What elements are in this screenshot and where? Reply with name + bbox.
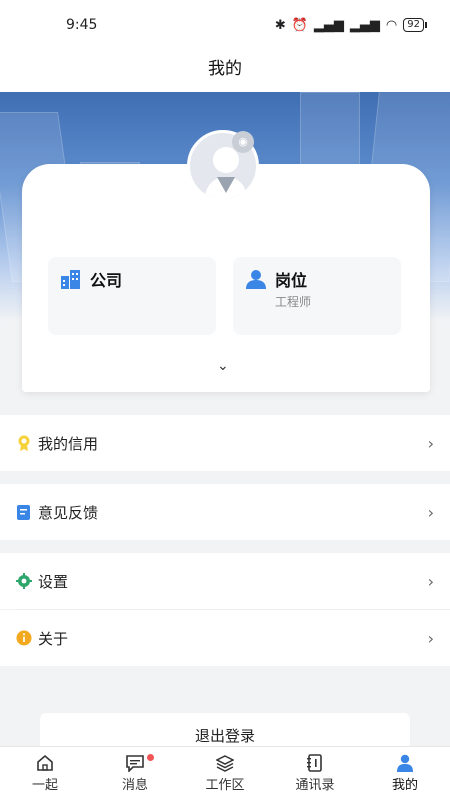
tab-label: 消息: [121, 778, 148, 793]
chevron-right-icon: ›: [427, 571, 434, 591]
status-time: 9:45: [66, 17, 98, 33]
tab-label: 通讯录: [295, 778, 335, 793]
tab-label: 一起: [31, 778, 58, 793]
home-icon: [37, 754, 53, 771]
menu-label-settings: 设置: [38, 572, 69, 591]
menu-label-feedback: 意见反馈: [38, 503, 99, 522]
tab-contacts[interactable]: 通讯录: [270, 747, 360, 800]
menu-item-feedback[interactable]: 意见反馈 ›: [0, 484, 450, 540]
bluetooth-icon: ✱: [274, 17, 286, 33]
tab-label: 工作区: [205, 778, 245, 793]
alarm-icon: ⏰: [291, 17, 308, 33]
signal-icon-2: ▂▄▆: [349, 17, 380, 33]
unread-badge: [147, 754, 154, 761]
wifi-icon: ◠: [385, 17, 398, 33]
status-icons: ✱ ⏰ ▂▄▆ ▂▄▆ ◠ 92: [274, 17, 427, 33]
user-icon: [397, 754, 413, 772]
company-label: 公司: [90, 271, 123, 290]
chevron-right-icon: ›: [427, 502, 434, 522]
person-icon: [246, 270, 266, 289]
tab-me[interactable]: 我的: [360, 747, 450, 800]
battery-icon: 92: [403, 18, 427, 32]
menu-label-about: 关于: [38, 629, 69, 648]
feedback-note-icon: [17, 505, 30, 520]
company-box: 公司: [48, 257, 216, 335]
contacts-book-icon: [307, 754, 322, 772]
info-icon: [16, 630, 32, 646]
status-bar: 9:45 ✱ ⏰ ▂▄▆ ▂▄▆ ◠ 92: [0, 0, 450, 50]
menu-label-credit: 我的信用: [38, 434, 99, 453]
tab-messages[interactable]: 消息: [90, 747, 180, 800]
position-value: 工程师: [275, 295, 312, 309]
tab-label: 我的: [391, 778, 418, 793]
camera-icon[interactable]: ◉: [232, 131, 254, 153]
building-icon: [61, 270, 80, 289]
layers-icon: [216, 755, 234, 772]
gear-icon: [16, 573, 32, 589]
position-label: 岗位: [275, 271, 308, 290]
position-box: 岗位 工程师: [233, 257, 401, 335]
menu-item-settings[interactable]: 设置 ›: [0, 553, 450, 609]
bottom-tab-bar: 一起 消息 工作区 通讯录 我的: [0, 746, 450, 800]
page-title: 我的: [0, 50, 450, 92]
credit-medal-icon: [18, 435, 30, 451]
chevron-down-icon[interactable]: ⌄: [217, 358, 229, 374]
menu-item-about[interactable]: 关于 ›: [0, 610, 450, 666]
signal-icon: ▂▄▆: [313, 17, 344, 33]
tab-together[interactable]: 一起: [0, 747, 90, 800]
chevron-right-icon: ›: [427, 433, 434, 453]
tab-workspace[interactable]: 工作区: [180, 747, 270, 800]
message-icon: [126, 755, 144, 772]
menu-item-credit[interactable]: 我的信用 ›: [0, 415, 450, 471]
chevron-right-icon: ›: [427, 628, 434, 648]
